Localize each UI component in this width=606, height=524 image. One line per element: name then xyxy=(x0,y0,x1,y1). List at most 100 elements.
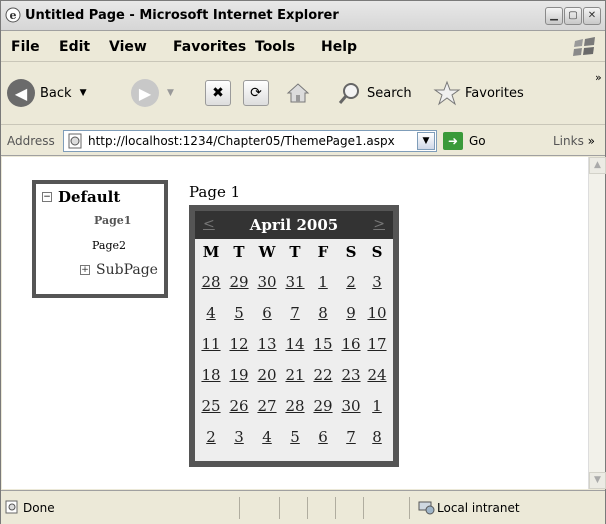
calendar-day[interactable]: 16 xyxy=(339,335,363,353)
maximize-button[interactable]: ▢ xyxy=(564,7,582,25)
links-label: Links xyxy=(553,134,584,148)
calendar-title: April 2005 xyxy=(249,216,339,234)
address-input[interactable]: http://localhost:1234/Chapter05/ThemePag… xyxy=(63,130,437,152)
tree-root-label: Default xyxy=(58,188,121,206)
refresh-button[interactable]: ⟳ xyxy=(243,80,269,106)
calendar-day[interactable]: 14 xyxy=(283,335,307,353)
go-button[interactable]: ➜ Go xyxy=(443,132,486,150)
favorites-label: Favorites xyxy=(465,85,524,101)
intranet-zone-icon xyxy=(418,501,435,515)
calendar-day[interactable]: 8 xyxy=(311,304,335,322)
menu-help[interactable]: Help xyxy=(321,39,357,55)
calendar-day[interactable]: 7 xyxy=(283,304,307,322)
calendar-day[interactable]: 23 xyxy=(339,366,363,384)
calendar-day[interactable]: 4 xyxy=(199,304,223,322)
status-bar: Done Local intranet xyxy=(1,490,605,524)
back-button[interactable]: ◀ Back ▼ xyxy=(7,79,86,107)
calendar-day[interactable]: 25 xyxy=(199,397,223,415)
back-dropdown-icon[interactable]: ▼ xyxy=(80,88,87,98)
search-icon xyxy=(338,83,359,104)
menu-favorites[interactable]: Favorites xyxy=(173,39,246,55)
menu-bar: File Edit View Favorites Tools Help xyxy=(1,32,605,62)
calendar-day[interactable]: 21 xyxy=(283,366,307,384)
tree-item-subpage[interactable]: + SubPage xyxy=(80,262,158,278)
calendar-day[interactable]: 12 xyxy=(227,335,251,353)
menu-view[interactable]: View xyxy=(109,39,147,55)
calendar-day[interactable]: 3 xyxy=(365,273,389,291)
stop-button[interactable]: ✖ xyxy=(205,80,231,106)
calendar-day[interactable]: 19 xyxy=(227,366,251,384)
calendar-next-link[interactable]: > xyxy=(373,216,385,232)
calendar-day[interactable]: 17 xyxy=(365,335,389,353)
calendar-day[interactable]: 10 xyxy=(365,304,389,322)
scroll-up-icon[interactable]: ▲ xyxy=(589,157,606,174)
calendar-day[interactable]: 2 xyxy=(339,273,363,291)
home-button[interactable] xyxy=(285,80,311,106)
calendar-day[interactable]: 29 xyxy=(227,273,251,291)
tree-item-page1[interactable]: Page1 xyxy=(94,214,131,227)
status-divider xyxy=(279,497,280,519)
calendar-day[interactable]: 22 xyxy=(311,366,335,384)
links-button[interactable]: Links » xyxy=(553,134,595,148)
calendar-day[interactable]: 8 xyxy=(365,428,389,446)
calendar-day-header: F xyxy=(317,243,329,261)
title-bar[interactable]: e Untitled Page - Microsoft Internet Exp… xyxy=(1,1,605,31)
calendar-day[interactable]: 5 xyxy=(283,428,307,446)
calendar-day[interactable]: 9 xyxy=(339,304,363,322)
back-arrow-icon: ◀ xyxy=(7,79,35,107)
windows-logo-icon xyxy=(573,37,595,56)
tree-view: − Default Page1 Page2 + SubPage xyxy=(32,180,168,298)
calendar-day[interactable]: 24 xyxy=(365,366,389,384)
address-bar: Address http://localhost:1234/Chapter05/… xyxy=(1,126,605,156)
tree-root[interactable]: − Default xyxy=(42,188,158,206)
calendar-day[interactable]: 30 xyxy=(255,273,279,291)
calendar-day[interactable]: 11 xyxy=(199,335,223,353)
calendar-day[interactable]: 31 xyxy=(283,273,307,291)
favorites-star-icon xyxy=(433,80,461,106)
calendar-day-header: T xyxy=(289,243,301,261)
vertical-scrollbar[interactable]: ▲ ▼ xyxy=(588,157,606,489)
minimize-button[interactable]: ▁ xyxy=(545,7,563,25)
calendar-day[interactable]: 6 xyxy=(255,304,279,322)
forward-dropdown-icon[interactable]: ▼ xyxy=(167,88,174,98)
calendar-day[interactable]: 1 xyxy=(311,273,335,291)
refresh-icon: ⟳ xyxy=(243,80,269,106)
calendar-day[interactable]: 4 xyxy=(255,428,279,446)
window-title: Untitled Page - Microsoft Internet Explo… xyxy=(25,8,339,23)
menu-file[interactable]: File xyxy=(11,39,40,55)
address-dropdown-icon[interactable]: ▼ xyxy=(417,132,435,150)
status-text: Done xyxy=(23,501,55,515)
search-label: Search xyxy=(367,85,412,101)
calendar-day[interactable]: 5 xyxy=(227,304,251,322)
calendar-day[interactable]: 26 xyxy=(227,397,251,415)
calendar-day[interactable]: 28 xyxy=(283,397,307,415)
calendar-day[interactable]: 2 xyxy=(199,428,223,446)
browser-window: e Untitled Page - Microsoft Internet Exp… xyxy=(0,0,606,524)
calendar-day[interactable]: 30 xyxy=(339,397,363,415)
calendar-day[interactable]: 18 xyxy=(199,366,223,384)
calendar-day[interactable]: 6 xyxy=(311,428,335,446)
calendar-day[interactable]: 28 xyxy=(199,273,223,291)
calendar-day[interactable]: 27 xyxy=(255,397,279,415)
calendar-day[interactable]: 7 xyxy=(339,428,363,446)
calendar-day[interactable]: 29 xyxy=(311,397,335,415)
favorites-button[interactable]: Favorites xyxy=(433,80,524,106)
calendar-day[interactable]: 3 xyxy=(227,428,251,446)
calendar-day[interactable]: 1 xyxy=(365,397,389,415)
calendar-day[interactable]: 13 xyxy=(255,335,279,353)
forward-button[interactable]: ▶ ▼ xyxy=(131,79,174,107)
toolbar-overflow-icon[interactable]: » xyxy=(595,71,602,84)
tree-item-page2[interactable]: Page2 xyxy=(92,239,126,252)
calendar-day[interactable]: 15 xyxy=(311,335,335,353)
go-label: Go xyxy=(469,134,486,148)
calendar-day[interactable]: 20 xyxy=(255,366,279,384)
close-button[interactable]: ✕ xyxy=(583,7,601,25)
menu-tools[interactable]: Tools xyxy=(255,39,295,55)
menu-edit[interactable]: Edit xyxy=(59,39,90,55)
expand-icon[interactable]: + xyxy=(80,265,90,275)
calendar-day-header: W xyxy=(258,243,276,261)
collapse-icon[interactable]: − xyxy=(42,192,52,202)
scroll-down-icon[interactable]: ▼ xyxy=(589,472,606,489)
search-button[interactable]: Search xyxy=(337,80,412,106)
address-url: http://localhost:1234/Chapter05/ThemePag… xyxy=(88,134,395,148)
